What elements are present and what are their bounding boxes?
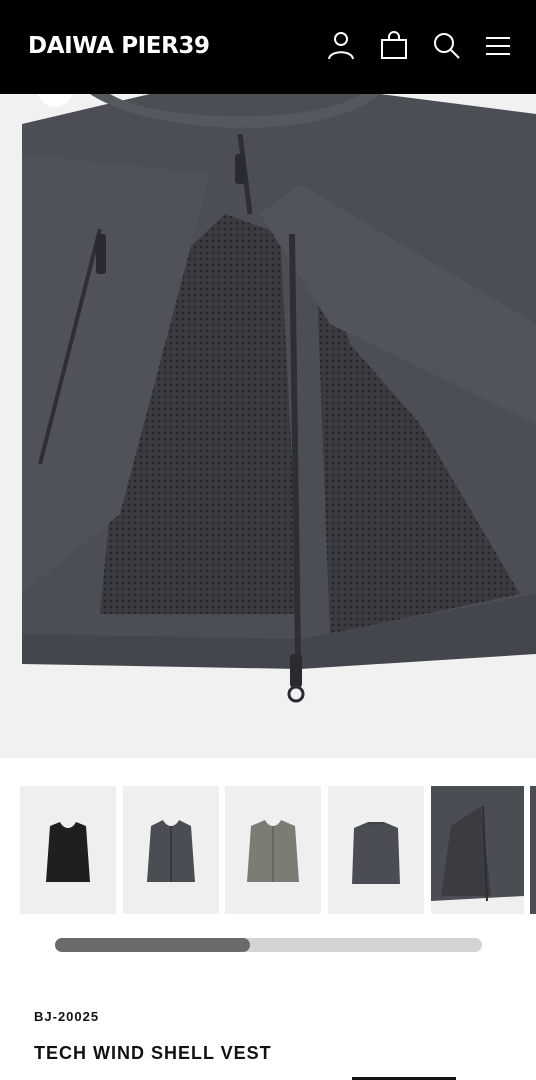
site-header: DAIWA PIER39 xyxy=(0,0,536,94)
thumbnail-strip xyxy=(0,786,536,914)
thumbnail-next-partial[interactable] xyxy=(530,786,536,914)
thumbnail-detail[interactable] xyxy=(431,786,524,914)
account-icon[interactable] xyxy=(325,30,357,62)
brand-logo[interactable]: DAIWA PIER39 xyxy=(28,31,210,61)
product-sku: BJ-20025 xyxy=(34,1009,100,1024)
search-icon[interactable] xyxy=(431,30,463,62)
thumbnail-charcoal-back[interactable] xyxy=(328,786,424,914)
gallery-scrollbar-thumb[interactable] xyxy=(55,938,250,952)
thumbnail-charcoal-vest[interactable] xyxy=(123,786,219,914)
gallery-scrollbar[interactable] xyxy=(55,938,482,952)
thumbnail-black-vest[interactable] xyxy=(20,786,116,914)
menu-icon[interactable] xyxy=(482,30,514,62)
bag-icon[interactable] xyxy=(378,30,410,62)
product-title: TECH WIND SHELL VEST xyxy=(34,1043,272,1063)
product-main-image[interactable] xyxy=(0,94,536,758)
thumbnail-olive-vest[interactable] xyxy=(225,786,321,914)
